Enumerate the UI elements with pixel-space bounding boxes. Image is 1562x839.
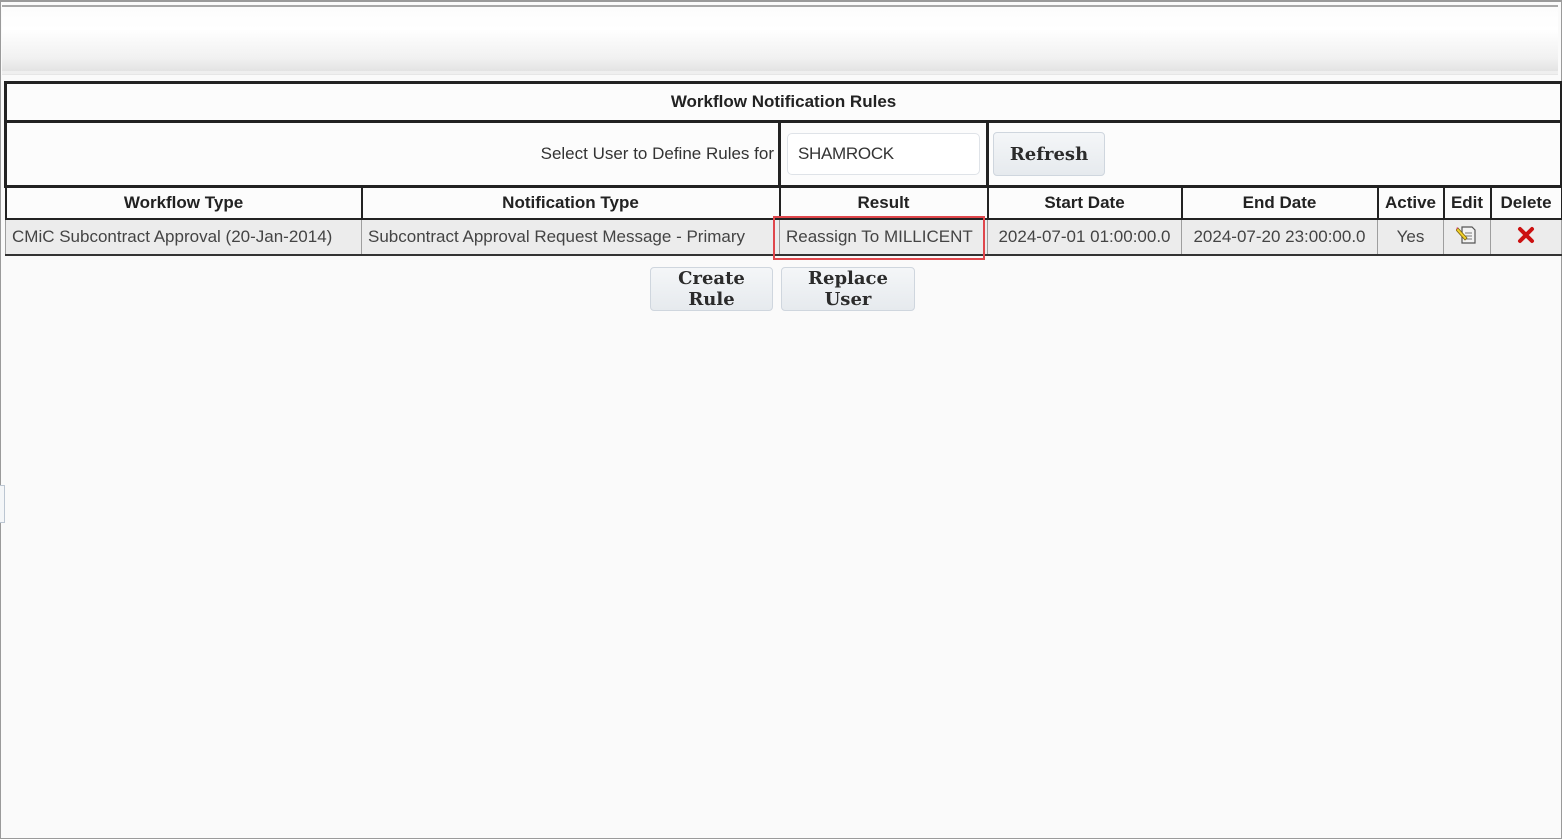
cell-active: Yes [1377, 218, 1444, 256]
cell-workflow-type: CMiC Subcontract Approval (20-Jan-2014) [5, 218, 362, 256]
action-buttons: Create Rule Replace User [650, 267, 915, 311]
delete-icon[interactable] [1517, 226, 1535, 249]
column-header-end-date: End Date [1180, 185, 1379, 220]
panel-title: Workflow Notification Rules [3, 81, 1562, 123]
top-toolbar [2, 5, 1558, 71]
cell-result: Reassign To MILLICENT [773, 216, 988, 260]
side-panel-handle[interactable] [0, 485, 5, 523]
column-header-result: Result [778, 185, 989, 220]
column-header-notification-type: Notification Type [360, 185, 781, 220]
user-selector-row: Select User to Define Rules for Refresh [4, 120, 1562, 188]
table-header-row: Workflow Type Notification Type Result S… [4, 185, 1562, 220]
cell-edit [1443, 218, 1491, 256]
column-header-start-date: Start Date [986, 185, 1183, 220]
result-text: Reassign To MILLICENT [786, 227, 973, 246]
column-header-active: Active [1376, 185, 1445, 220]
cell-delete [1489, 218, 1562, 256]
cell-end-date: 2024-07-20 23:00:00.0 [1181, 218, 1378, 256]
refresh-button[interactable]: Refresh [993, 132, 1105, 176]
user-search-input[interactable] [796, 143, 1021, 165]
column-header-edit: Edit [1442, 185, 1492, 220]
workflow-notification-rules-table: Workflow Notification Rules Select User … [3, 81, 1562, 260]
toolbar-divider [2, 71, 1558, 75]
user-search-field[interactable] [787, 133, 1040, 175]
select-user-label: Select User to Define Rules for [4, 120, 781, 188]
create-rule-button[interactable]: Create Rule [650, 267, 773, 311]
column-header-workflow-type: Workflow Type [4, 185, 363, 220]
cell-start-date: 2024-07-01 01:00:00.0 [987, 218, 1182, 256]
cell-notification-type: Subcontract Approval Request Message - P… [361, 218, 780, 256]
replace-user-button[interactable]: Replace User [781, 267, 915, 311]
column-header-delete: Delete [1489, 185, 1562, 220]
refresh-cell: Refresh [985, 120, 1562, 188]
table-row: CMiC Subcontract Approval (20-Jan-2014) … [5, 216, 1562, 260]
edit-icon[interactable] [1455, 224, 1478, 251]
user-search-cell [778, 120, 1040, 188]
